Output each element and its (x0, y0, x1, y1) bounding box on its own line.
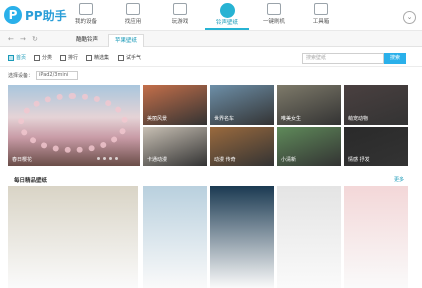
category-tile[interactable]: 小清新 (277, 127, 341, 166)
toolbar-home[interactable]: 首页 (8, 54, 26, 61)
ranking-icon (60, 54, 66, 61)
tile-caption: 美丽风景 (147, 116, 168, 122)
tab-ringtones[interactable]: 酷酷铃声 (70, 34, 104, 47)
tile-caption: 小清新 (281, 157, 297, 163)
grid-icon (34, 54, 40, 61)
toolbar-label: 试手气 (126, 55, 142, 61)
category-tile[interactable]: 唯美女生 (277, 85, 341, 125)
category-tile[interactable]: 情感 抒发 (344, 127, 408, 166)
tile-caption: 世界名车 (214, 116, 235, 122)
blossom-decoration (18, 93, 128, 153)
daily-wallpaper[interactable] (344, 186, 408, 288)
nav-ringtones-wallpapers[interactable]: 铃声壁纸 (205, 3, 249, 30)
category-tile[interactable]: 卡通动漫 (143, 127, 207, 166)
nav-label: 工具箱 (312, 19, 330, 25)
nav-toolbox[interactable]: 工具箱 (299, 3, 343, 30)
toolbar-label: 首页 (16, 55, 27, 61)
tile-caption: 卡通动漫 (147, 157, 168, 163)
wallpaper-toolbar: 首页 分类 排行 精选集 试手气 搜索壁纸 搜索 (0, 47, 422, 67)
tab-wallpapers[interactable]: 苹果壁纸 (108, 34, 145, 47)
daily-wallpaper[interactable] (210, 186, 274, 288)
category-tile[interactable]: 美丽风景 (143, 85, 207, 125)
daily-section-title: 每日精品壁纸 (14, 178, 48, 184)
wallpaper-search-input[interactable]: 搜索壁纸 (302, 53, 384, 64)
home-icon (8, 54, 14, 61)
back-arrow-icon[interactable]: ← (8, 35, 14, 43)
collection-icon (86, 54, 92, 61)
dice-icon (118, 54, 124, 61)
gamepad-icon (173, 3, 187, 15)
daily-wallpaper[interactable] (143, 186, 207, 288)
tile-caption: 唯美女生 (281, 116, 302, 122)
apps-icon (126, 3, 140, 15)
sub-tab-bar: ← → ↻ 酷酷铃声 苹果壁纸 (0, 31, 422, 47)
menu-dropdown-icon[interactable]: ⌄ (403, 11, 416, 24)
pp-assistant-window: P PP助手 我的设备 找应用 玩游戏 铃声壁纸 一键刷机 工具箱 ⌄ ← → … (0, 0, 422, 288)
nav-label: 一键刷机 (262, 19, 285, 25)
top-nav-bar: P PP助手 我的设备 找应用 玩游戏 铃声壁纸 一键刷机 工具箱 ⌄ (0, 0, 422, 31)
device-label: 选择设备： (8, 73, 34, 79)
tile-caption: 萌宠动物 (348, 116, 369, 122)
tile-caption: 动漫 传奇 (214, 157, 236, 163)
device-select[interactable]: iPad2/3mini (36, 71, 79, 80)
nav-label: 找应用 (124, 19, 142, 25)
search-button[interactable]: 搜索 (384, 53, 406, 64)
banner-caption: 春日樱花 (12, 157, 33, 163)
category-tile[interactable]: 动漫 传奇 (210, 127, 274, 166)
refresh-icon[interactable]: ↻ (32, 35, 38, 43)
device-selector: 选择设备： iPad2/3mini (8, 71, 79, 80)
nav-find-apps[interactable]: 找应用 (111, 3, 155, 30)
toolbar-label: 精选集 (94, 55, 110, 61)
toolbar-lucky[interactable]: 试手气 (118, 54, 141, 61)
flash-icon (267, 3, 281, 15)
daily-wallpaper[interactable] (8, 186, 138, 288)
tile-caption: 情感 抒发 (348, 157, 370, 163)
nav-flash[interactable]: 一键刷机 (252, 3, 296, 30)
daily-wallpaper[interactable] (277, 186, 341, 288)
toolbar-label: 排行 (68, 55, 79, 61)
app-name: PP助手 (25, 8, 67, 23)
nav-my-device[interactable]: 我的设备 (64, 3, 108, 30)
app-logo: P PP助手 (4, 5, 67, 25)
featured-banner[interactable]: 春日樱花 (8, 85, 140, 166)
toolbar-category[interactable]: 分类 (34, 54, 52, 61)
toolbar-ranking[interactable]: 排行 (60, 54, 78, 61)
category-tile[interactable]: 萌宠动物 (344, 85, 408, 125)
star-icon (219, 3, 235, 18)
category-tile[interactable]: 世界名车 (210, 85, 274, 125)
device-icon (79, 3, 93, 15)
nav-label: 我的设备 (74, 19, 97, 25)
toolbar-collections[interactable]: 精选集 (86, 54, 109, 61)
toolbox-icon (314, 3, 328, 15)
nav-games[interactable]: 玩游戏 (158, 3, 202, 30)
daily-more-link[interactable]: 更多 (394, 176, 404, 183)
forward-arrow-icon[interactable]: → (20, 35, 26, 43)
nav-label: 铃声壁纸 (215, 20, 238, 26)
toolbar-label: 分类 (42, 55, 53, 61)
pp-logo-icon: P (4, 6, 22, 24)
nav-label: 玩游戏 (171, 19, 189, 25)
carousel-dots[interactable] (97, 157, 118, 160)
